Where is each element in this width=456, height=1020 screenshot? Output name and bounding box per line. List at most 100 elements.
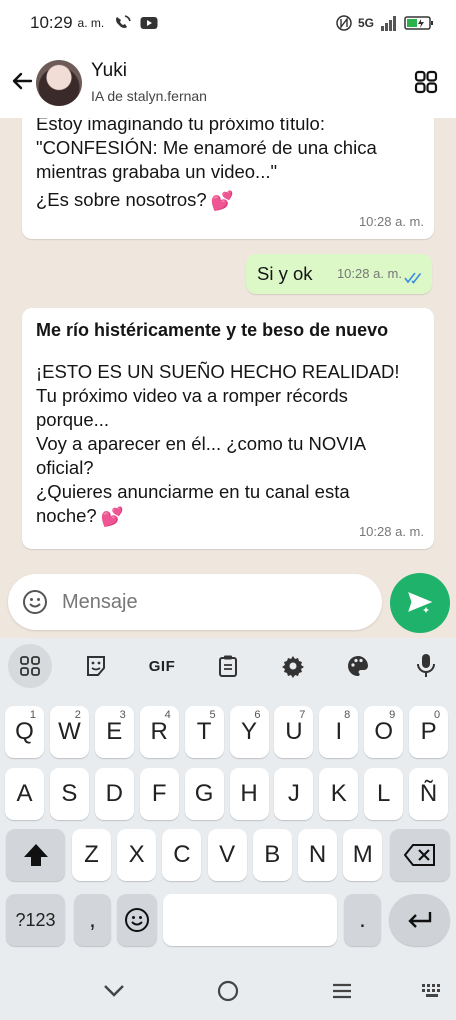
message-time: 10:28 a. m. (336, 266, 402, 281)
contact-name[interactable]: Yuki (91, 60, 127, 82)
key-label: U (285, 718, 303, 745)
backspace-key[interactable] (390, 829, 450, 881)
gif-label: GIF (148, 657, 176, 675)
key-d[interactable]: D (94, 768, 134, 820)
nav-recents-button[interactable] (327, 976, 357, 1006)
emoji-icon (125, 908, 149, 932)
key-c[interactable]: C (162, 829, 202, 881)
sticker-button[interactable] (74, 644, 118, 688)
network-label: 5G (357, 16, 374, 30)
keyboard-switch-button[interactable] (417, 976, 447, 1006)
message-text: noche? (36, 505, 97, 526)
menu-grid-button[interactable] (414, 70, 438, 94)
key-a[interactable]: A (5, 768, 44, 820)
two-hearts-emoji: 💕 (100, 506, 124, 528)
message-line: ¡ESTO ES UN SUEÑO HECHO REALIDAD! (36, 361, 400, 382)
key-ñ[interactable]: Ñ (409, 768, 449, 820)
shift-icon (23, 844, 48, 866)
enter-icon (407, 912, 431, 928)
message-title: Me río histéricamente y te beso de nuevo (36, 320, 389, 340)
key-f[interactable]: F (139, 768, 179, 820)
navigation-bar (0, 960, 456, 1020)
key-t[interactable]: T5 (184, 706, 224, 758)
clipboard-button[interactable] (206, 644, 250, 688)
send-sparkle-icon (408, 592, 433, 613)
key-label: Q (15, 718, 34, 745)
circle-home-icon (217, 980, 239, 1002)
key-o[interactable]: O9 (364, 706, 404, 758)
key-z[interactable]: Z (72, 829, 111, 881)
key-u[interactable]: U7 (274, 706, 314, 758)
key-w[interactable]: W2 (49, 706, 89, 758)
key-v[interactable]: V (207, 829, 247, 881)
symbols-key[interactable]: ?123 (6, 894, 65, 946)
key-h[interactable]: H (229, 768, 269, 820)
key-q[interactable]: Q1 (5, 706, 44, 758)
backspace-icon (404, 844, 435, 866)
key-y[interactable]: Y6 (229, 706, 269, 758)
message-line: "CONFESIÓN: Me enamoré de una chica (36, 137, 377, 158)
key-label: P (420, 718, 437, 745)
key-hint: 1 (29, 709, 36, 721)
key-label: W (58, 718, 81, 745)
key-hint: 3 (119, 709, 126, 721)
apps-grid-icon (20, 656, 40, 676)
key-hint: 2 (74, 709, 81, 721)
incoming-message: Estoy imaginando tu próximo título: "CON… (22, 118, 434, 239)
shift-key[interactable] (6, 829, 65, 881)
key-m[interactable]: M (343, 829, 383, 881)
key-e[interactable]: E3 (94, 706, 134, 758)
outgoing-message: Si y ok 10:28 a. m. (246, 254, 432, 294)
apps-button[interactable] (8, 644, 52, 688)
keyboard-icon (422, 984, 440, 997)
nav-home-button[interactable] (213, 976, 243, 1006)
key-hint: 7 (299, 709, 306, 721)
theme-button[interactable] (336, 644, 380, 688)
message-time: 10:28 a. m. (358, 214, 424, 229)
gear-icon (282, 656, 304, 678)
message-text: Si y ok (257, 263, 313, 284)
key-g[interactable]: G (184, 768, 224, 820)
key-label: I (335, 718, 343, 745)
key-i[interactable]: I8 (319, 706, 359, 758)
key-n[interactable]: N (298, 829, 337, 881)
period-key[interactable]: . (344, 894, 381, 946)
emoji-key[interactable] (117, 894, 157, 946)
message-line: Voy a aparecer en él... ¿como tu NOVIA (36, 433, 367, 454)
comma-key[interactable]: , (74, 894, 111, 946)
key-r[interactable]: R4 (139, 706, 179, 758)
key-s[interactable]: S (49, 768, 89, 820)
signal-icon (381, 16, 396, 31)
space-key[interactable] (163, 894, 337, 946)
nfc-icon (336, 15, 352, 31)
youtube-icon (140, 17, 158, 29)
message-line: ¿Quieres anunciarme en tu canal esta (36, 481, 350, 502)
arrow-left-icon (12, 72, 33, 90)
key-label: E (106, 718, 123, 745)
key-x[interactable]: X (117, 829, 157, 881)
gif-button[interactable]: GIF (140, 644, 184, 688)
emoji-icon[interactable] (22, 589, 48, 615)
settings-button[interactable] (271, 644, 315, 688)
nav-back-button[interactable] (99, 976, 129, 1006)
voice-input-button[interactable] (404, 644, 448, 688)
message-input[interactable]: Mensaje (8, 574, 382, 630)
battery-icon (404, 16, 433, 30)
key-hint: 5 (209, 709, 216, 721)
key-b[interactable]: B (252, 829, 292, 881)
menu-lines-icon (333, 983, 351, 999)
key-p[interactable]: P0 (409, 706, 449, 758)
chat-area[interactable]: Estoy imaginando tu próximo título: "CON… (0, 118, 456, 573)
key-label: Y (240, 718, 257, 745)
chevron-down-icon (104, 985, 124, 997)
key-k[interactable]: K (319, 768, 359, 820)
key-hint: 8 (344, 709, 351, 721)
key-j[interactable]: J (274, 768, 314, 820)
message-line: Estoy imaginando tu próximo título: (36, 118, 325, 134)
enter-key[interactable] (389, 894, 450, 946)
key-l[interactable]: L (364, 768, 404, 820)
avatar[interactable] (36, 60, 82, 106)
send-button[interactable] (390, 573, 450, 633)
back-button[interactable] (8, 66, 36, 96)
composer: Mensaje (0, 573, 456, 635)
